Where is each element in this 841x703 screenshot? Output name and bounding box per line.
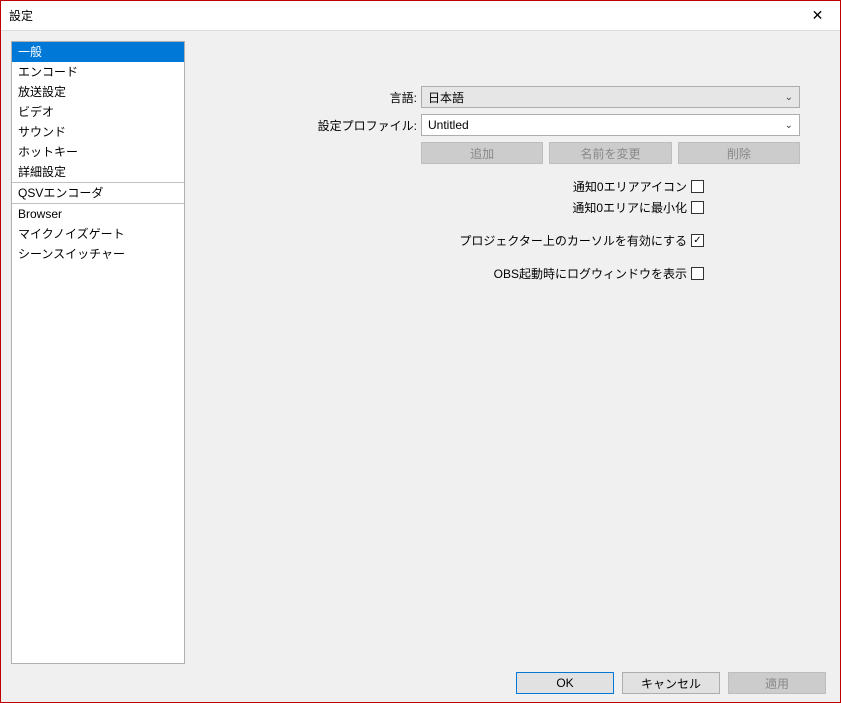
projector-cursor-row: プロジェクター上のカーソルを有効にする ✓ <box>195 232 800 249</box>
language-value: 日本語 <box>428 89 464 106</box>
minimize-tray-label: 通知0エリアに最小化 <box>572 199 687 216</box>
language-label: 言語: <box>195 89 421 106</box>
sidebar-item-5[interactable]: ホットキー <box>12 142 184 162</box>
rename-button[interactable]: 名前を変更 <box>549 142 671 164</box>
language-dropdown[interactable]: 日本語 ⌄ <box>421 86 800 108</box>
sidebar-item-8[interactable]: Browser <box>12 203 184 224</box>
sidebar-item-1[interactable]: エンコード <box>12 62 184 82</box>
minimize-tray-checkbox[interactable] <box>691 201 704 214</box>
main-panel: 言語: 日本語 ⌄ 設定プロファイル: Untitled ⌄ 追加 名前を変更 … <box>185 41 830 664</box>
window-title: 設定 <box>9 7 33 24</box>
apply-button[interactable]: 適用 <box>728 672 826 694</box>
language-row: 言語: 日本語 ⌄ <box>195 86 800 108</box>
sidebar-item-3[interactable]: ビデオ <box>12 102 184 122</box>
profile-value: Untitled <box>428 118 469 132</box>
sidebar-item-7[interactable]: QSVエンコーダ <box>12 182 184 203</box>
profile-dropdown[interactable]: Untitled ⌄ <box>421 114 800 136</box>
chevron-down-icon: ⌄ <box>785 120 793 131</box>
footer: OK キャンセル 適用 <box>1 664 840 702</box>
sidebar: 一般エンコード放送設定ビデオサウンドホットキー詳細設定QSVエンコーダBrows… <box>11 41 185 664</box>
sidebar-item-2[interactable]: 放送設定 <box>12 82 184 102</box>
log-window-label: OBS起動時にログウィンドウを表示 <box>494 265 687 282</box>
sidebar-item-0[interactable]: 一般 <box>12 42 184 62</box>
sidebar-item-9[interactable]: マイクノイズゲート <box>12 224 184 244</box>
tray-icon-row: 通知0エリアアイコン <box>195 178 800 195</box>
cancel-button[interactable]: キャンセル <box>622 672 720 694</box>
tray-icon-checkbox[interactable] <box>691 180 704 193</box>
delete-button[interactable]: 削除 <box>678 142 800 164</box>
add-button[interactable]: 追加 <box>421 142 543 164</box>
ok-button[interactable]: OK <box>516 672 614 694</box>
content-area: 一般エンコード放送設定ビデオサウンドホットキー詳細設定QSVエンコーダBrows… <box>1 31 840 664</box>
titlebar: 設定 ✕ <box>1 1 840 31</box>
projector-cursor-checkbox[interactable]: ✓ <box>691 234 704 247</box>
minimize-tray-row: 通知0エリアに最小化 <box>195 199 800 216</box>
chevron-down-icon: ⌄ <box>785 92 793 103</box>
sidebar-item-4[interactable]: サウンド <box>12 122 184 142</box>
close-button[interactable]: ✕ <box>795 1 840 31</box>
sidebar-item-6[interactable]: 詳細設定 <box>12 162 184 182</box>
log-window-checkbox[interactable] <box>691 267 704 280</box>
sidebar-item-10[interactable]: シーンスイッチャー <box>12 244 184 264</box>
settings-window: 設定 ✕ 一般エンコード放送設定ビデオサウンドホットキー詳細設定QSVエンコーダ… <box>0 0 841 703</box>
profile-label: 設定プロファイル: <box>195 117 421 134</box>
tray-icon-label: 通知0エリアアイコン <box>573 178 687 195</box>
profile-buttons: 追加 名前を変更 削除 <box>421 142 800 164</box>
log-window-row: OBS起動時にログウィンドウを表示 <box>195 265 800 282</box>
profile-row: 設定プロファイル: Untitled ⌄ <box>195 114 800 136</box>
close-icon: ✕ <box>812 7 824 24</box>
projector-cursor-label: プロジェクター上のカーソルを有効にする <box>459 232 687 249</box>
